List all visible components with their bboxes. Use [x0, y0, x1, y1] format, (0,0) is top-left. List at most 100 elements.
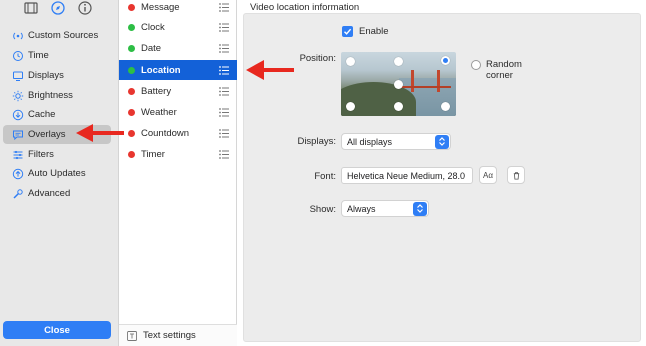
settings-sidebar: Custom Sources Time Displays Brightness …	[0, 0, 119, 346]
bridge-tower	[411, 70, 414, 92]
sidebar-item-custom-sources[interactable]: Custom Sources	[3, 26, 111, 45]
displays-label: Displays:	[297, 136, 336, 147]
overlay-item-label: Clock	[141, 21, 165, 33]
overlay-item-battery[interactable]: Battery	[119, 81, 237, 101]
overlay-item-message[interactable]: Message	[119, 0, 237, 17]
position-center[interactable]	[394, 80, 403, 89]
drag-handle-icon[interactable]	[219, 22, 229, 32]
sun-icon	[12, 90, 24, 102]
sidebar-item-label: Custom Sources	[28, 30, 99, 41]
show-value: Always	[347, 203, 376, 214]
bridge-deck	[401, 86, 451, 88]
wrench-icon	[12, 188, 24, 200]
text-settings-label: Text settings	[143, 330, 196, 341]
info-icon[interactable]	[77, 0, 93, 16]
status-on-icon	[128, 66, 135, 74]
overlay-item-label: Location	[141, 64, 181, 76]
overlay-item-label: Timer	[141, 148, 165, 160]
enable-label: Enable	[359, 26, 389, 37]
random-corner-label: Random corner	[486, 59, 522, 81]
status-off-icon	[128, 150, 135, 158]
sidebar-item-label: Displays	[28, 70, 64, 81]
overlay-item-date[interactable]: Date	[119, 38, 237, 58]
font-value: Helvetica Neue Medium, 28.0	[347, 170, 466, 181]
position-top-left[interactable]	[346, 57, 355, 66]
speech-bubble-icon	[12, 129, 24, 141]
clock-icon	[12, 50, 24, 62]
font-field: Helvetica Neue Medium, 28.0	[341, 167, 473, 184]
status-on-icon	[128, 44, 135, 52]
enable-checkbox[interactable]	[342, 26, 353, 37]
sidebar-item-filters[interactable]: Filters	[3, 145, 111, 164]
displays-select[interactable]: All displays	[341, 133, 451, 150]
annotation-arrow-left-icon	[76, 124, 124, 142]
bridge-tower	[437, 70, 440, 92]
overlay-list: Message Clock Date Location Battery Weat…	[119, 0, 237, 346]
text-settings-button[interactable]: Text settings	[119, 324, 237, 346]
overlay-item-label: Date	[141, 42, 162, 54]
random-corner-radio[interactable]	[471, 60, 481, 70]
drag-handle-icon[interactable]	[219, 107, 229, 117]
status-off-icon	[128, 108, 135, 116]
overlay-item-weather[interactable]: Weather	[119, 102, 237, 122]
font-picker-button[interactable]: Aα	[479, 166, 497, 184]
text-settings-icon	[127, 330, 137, 341]
overlay-item-label: Message	[141, 1, 180, 13]
font-label: Font:	[314, 171, 336, 182]
annotation-arrow-left-icon	[246, 60, 294, 80]
close-button[interactable]: Close	[3, 321, 111, 339]
location-settings-pane: Video location information Enable Positi…	[237, 0, 646, 346]
overlay-item-countdown[interactable]: Countdown	[119, 123, 237, 143]
drag-handle-icon[interactable]	[219, 86, 229, 96]
overlay-item-clock[interactable]: Clock	[119, 17, 237, 37]
sidebar-item-brightness[interactable]: Brightness	[3, 86, 111, 105]
chevron-updown-icon	[435, 134, 449, 149]
sidebar-item-time[interactable]: Time	[3, 46, 111, 65]
sidebar-item-label: Cache	[28, 109, 56, 120]
reset-font-button[interactable]	[507, 166, 525, 184]
position-top-right[interactable]	[441, 56, 450, 65]
show-select[interactable]: Always	[341, 200, 429, 217]
antenna-icon	[12, 30, 24, 42]
drag-handle-icon[interactable]	[219, 2, 229, 12]
sidebar-item-label: Brightness	[28, 90, 73, 101]
trash-icon	[513, 171, 519, 180]
show-label: Show:	[309, 204, 336, 215]
status-off-icon	[128, 129, 135, 137]
sidebar-top-icons	[0, 0, 119, 18]
display-icon	[12, 70, 24, 82]
sliders-icon	[12, 149, 24, 161]
overlay-item-label: Weather	[141, 106, 177, 118]
drag-handle-icon[interactable]	[219, 128, 229, 138]
overlay-item-location[interactable]: Location	[119, 60, 237, 80]
overlay-item-timer[interactable]: Timer	[119, 144, 237, 164]
drag-handle-icon[interactable]	[219, 65, 229, 75]
sidebar-item-auto-updates[interactable]: Auto Updates	[3, 164, 111, 183]
sidebar-item-label: Time	[28, 50, 49, 61]
download-circle-icon	[12, 109, 24, 121]
sidebar-item-displays[interactable]: Displays	[3, 66, 111, 85]
chevron-updown-icon	[413, 201, 427, 216]
status-off-icon	[128, 3, 135, 11]
random-corner-option[interactable]: Random corner	[471, 59, 526, 81]
section-title: Video location information	[250, 2, 360, 13]
sidebar-item-label: Filters	[28, 149, 54, 160]
drag-handle-icon[interactable]	[219, 43, 229, 53]
sidebar-item-label: Overlays	[28, 129, 66, 140]
compass-icon[interactable]	[50, 0, 66, 16]
position-bottom-left[interactable]	[346, 102, 355, 111]
position-top-center[interactable]	[394, 57, 403, 66]
drag-handle-icon[interactable]	[219, 149, 229, 159]
update-circle-icon	[12, 168, 24, 180]
status-off-icon	[128, 87, 135, 95]
displays-value: All displays	[347, 136, 393, 147]
position-bottom-center[interactable]	[394, 102, 403, 111]
film-icon[interactable]	[23, 0, 39, 16]
position-picker[interactable]	[341, 52, 456, 116]
status-on-icon	[128, 23, 135, 31]
position-bottom-right[interactable]	[441, 102, 450, 111]
overlay-item-label: Countdown	[141, 127, 190, 139]
sidebar-item-advanced[interactable]: Advanced	[3, 184, 111, 203]
enable-checkbox-row[interactable]: Enable	[342, 26, 389, 37]
sidebar-item-label: Auto Updates	[28, 168, 86, 179]
